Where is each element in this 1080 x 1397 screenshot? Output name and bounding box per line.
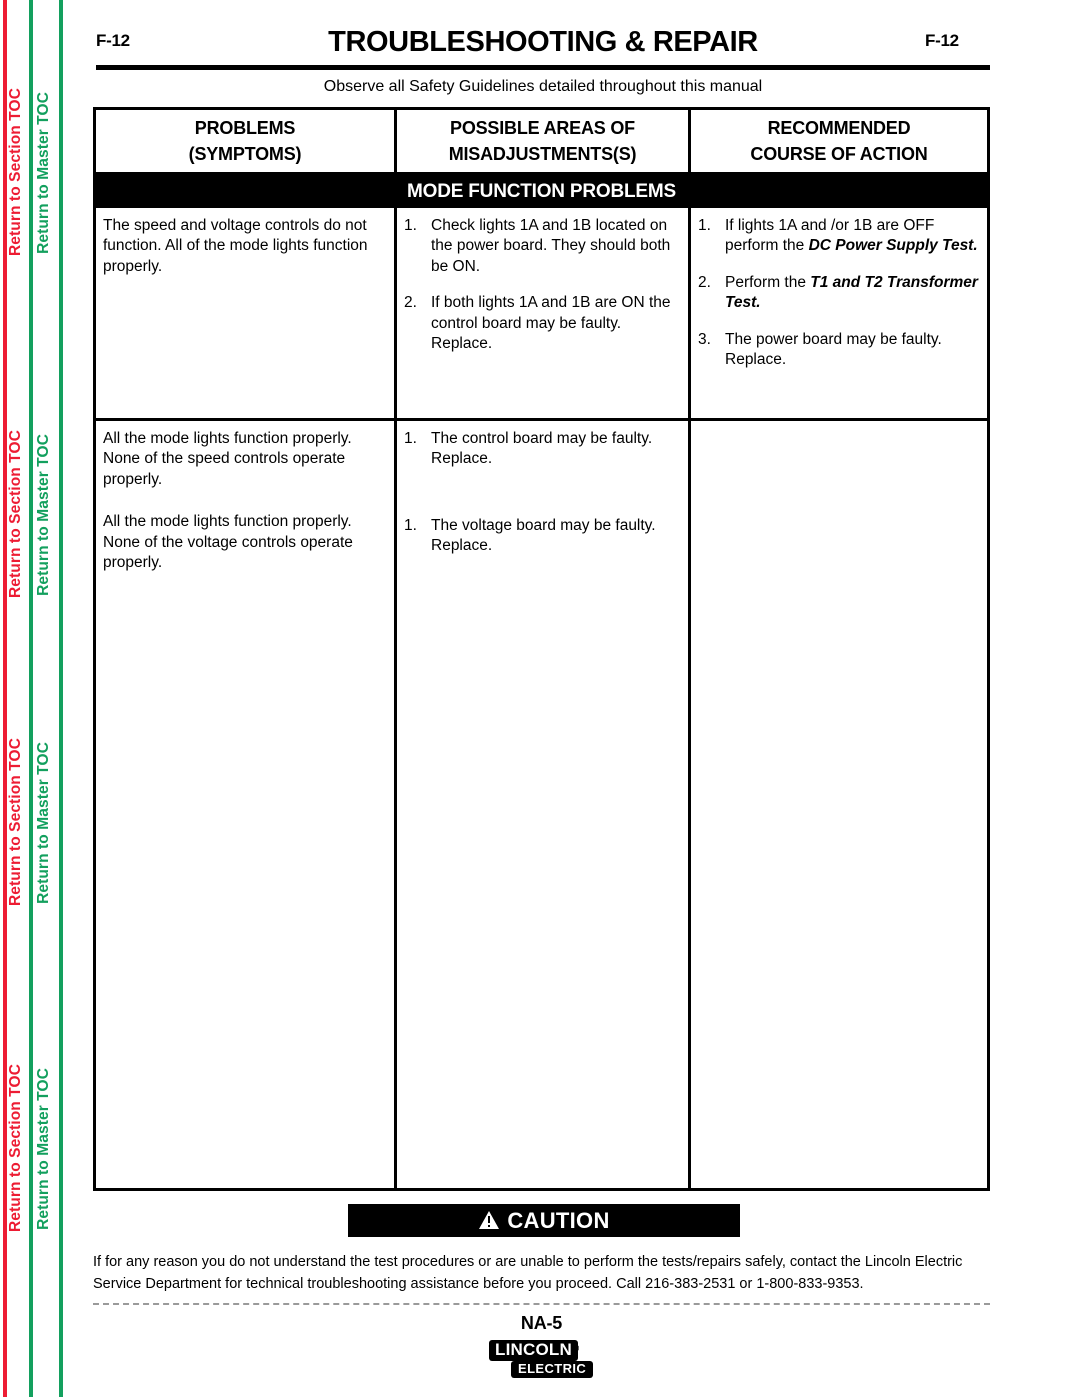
possible-areas-list: 1. Check lights 1A and 1B located on the… <box>404 216 682 355</box>
registered-trademark-icon: ® <box>571 1343 580 1355</box>
list-item-number: 2. <box>404 294 417 312</box>
list-item: 1. If lights 1A and /or 1B are OFF perfo… <box>698 216 981 257</box>
list-item-number: 3. <box>698 330 711 348</box>
recommended-action-list: 1. If lights 1A and /or 1B are OFF perfo… <box>698 216 981 371</box>
column-header-problems-line1: PROBLEMS <box>194 118 296 138</box>
footer-divider <box>93 1303 990 1305</box>
list-item: 1. The control board may be faulty. Repl… <box>404 429 682 470</box>
sidebar-link-master-toc-3[interactable]: Return to Master TOC <box>35 742 52 904</box>
master-toc-rule-left <box>29 0 33 1397</box>
list-item-number: 2. <box>698 273 711 291</box>
list-item-emphasis: DC Power Supply Test. <box>808 237 978 255</box>
column-header-recommended-line1: RECOMMENDED <box>767 118 911 138</box>
page-number-right: F-12 <box>925 31 959 50</box>
list-item: 1. Check lights 1A and 1B located on the… <box>404 216 682 277</box>
list-item-number: 1. <box>698 217 711 234</box>
list-item-text: Check lights 1A and 1B located on the po… <box>431 217 671 275</box>
safety-guidelines-note: Observe all Safety Guidelines detailed t… <box>323 78 763 95</box>
column-header-recommended: RECOMMENDED COURSE OF ACTION <box>688 110 987 172</box>
page-title: TROUBLESHOOTING & REPAIR <box>328 26 758 58</box>
column-header-possible-areas-line1: POSSIBLE AREAS OF <box>450 118 635 138</box>
table-row: The speed and voltage controls do not fu… <box>96 208 987 421</box>
sidebar-link-section-toc-4[interactable]: Return to Section TOC <box>7 1064 24 1232</box>
symptom-text: All the mode lights function properly. N… <box>103 513 353 572</box>
row-spacer <box>103 490 388 512</box>
table-row: All the mode lights function properly. N… <box>96 421 987 1191</box>
list-item-text: Perform the <box>725 273 811 291</box>
toc-sidebar: Return to Section TOC Return to Master T… <box>0 0 90 1397</box>
list-item: 2. Perform the T1 and T2 Transformer Tes… <box>698 273 981 314</box>
sidebar-link-master-toc-4[interactable]: Return to Master TOC <box>35 1068 52 1230</box>
list-item-number: 1. <box>404 217 417 234</box>
troubleshooting-table: PROBLEMS (SYMPTOMS) POSSIBLE AREAS OF MI… <box>93 107 990 1191</box>
list-item: 3. The power board may be faulty. Replac… <box>698 330 981 371</box>
possible-areas-list: 1. The control board may be faulty. Repl… <box>404 429 682 470</box>
warning-triangle-icon <box>478 1206 500 1239</box>
sidebar-link-section-toc-2[interactable]: Return to Section TOC <box>7 430 24 598</box>
section-band-mode-function-problems: MODE FUNCTION PROBLEMS <box>96 175 987 208</box>
list-item-text: If both lights 1A and 1B are ON the cont… <box>431 294 671 353</box>
column-header-problems: PROBLEMS (SYMPTOMS) <box>96 110 394 172</box>
list-item-text: The voltage board may be faulty. Replace… <box>431 516 656 555</box>
list-item: 2. If both lights 1A and 1B are ON the c… <box>404 293 682 354</box>
logo-lincoln-wordmark: LINCOLN <box>489 1340 578 1361</box>
sidebar-link-master-toc-2[interactable]: Return to Master TOC <box>35 434 52 596</box>
cell-recommended-action-empty <box>688 421 987 1191</box>
symptom-text: The speed and voltage controls do not fu… <box>103 217 368 275</box>
row-spacer <box>404 470 682 516</box>
column-header-problems-line2: (SYMPTOMS) <box>188 144 302 165</box>
caution-banner: CAUTION <box>348 1204 740 1237</box>
manual-page: Return to Section TOC Return to Master T… <box>0 0 1080 1397</box>
sidebar-link-section-toc-3[interactable]: Return to Section TOC <box>7 738 24 906</box>
caution-body-text: If for any reason you do not understand … <box>93 1254 963 1293</box>
master-toc-rule-right <box>59 0 63 1397</box>
sidebar-link-section-toc-1[interactable]: Return to Section TOC <box>7 88 24 256</box>
list-item-number: 1. <box>404 516 417 534</box>
cell-symptom: The speed and voltage controls do not fu… <box>96 208 394 418</box>
caution-label: CAUTION <box>507 1208 610 1233</box>
list-item-text: The control board may be faulty. Replace… <box>431 430 653 468</box>
column-header-recommended-line2: COURSE OF ACTION <box>750 144 928 165</box>
column-header-possible-areas: POSSIBLE AREAS OF MISADJUSTMENTS(S) <box>394 110 688 172</box>
table-header-row: PROBLEMS (SYMPTOMS) POSSIBLE AREAS OF MI… <box>96 110 987 175</box>
list-item-text: The power board may be faulty. Replace. <box>725 330 942 369</box>
list-item-number: 1. <box>404 430 417 447</box>
footer-model-name: NA-5 <box>520 1313 563 1333</box>
cell-possible-areas: 1. Check lights 1A and 1B located on the… <box>394 208 688 418</box>
column-header-possible-areas-line2: MISADJUSTMENTS(S) <box>448 144 637 165</box>
possible-areas-list: 1. The voltage board may be faulty. Repl… <box>404 516 682 557</box>
header-divider <box>96 65 990 70</box>
list-item: 1. The voltage board may be faulty. Repl… <box>404 516 682 557</box>
logo-electric-wordmark: ELECTRIC <box>511 1361 594 1378</box>
cell-possible-areas-group: 1. The control board may be faulty. Repl… <box>394 421 688 1191</box>
cell-recommended-action: 1. If lights 1A and /or 1B are OFF perfo… <box>688 208 987 418</box>
symptom-text: All the mode lights function properly. N… <box>103 430 352 488</box>
lincoln-electric-logo: LINCOLN ® ELECTRIC <box>489 1340 599 1384</box>
sidebar-link-master-toc-1[interactable]: Return to Master TOC <box>35 92 52 254</box>
cell-symptom-group: All the mode lights function properly. N… <box>96 421 394 1191</box>
